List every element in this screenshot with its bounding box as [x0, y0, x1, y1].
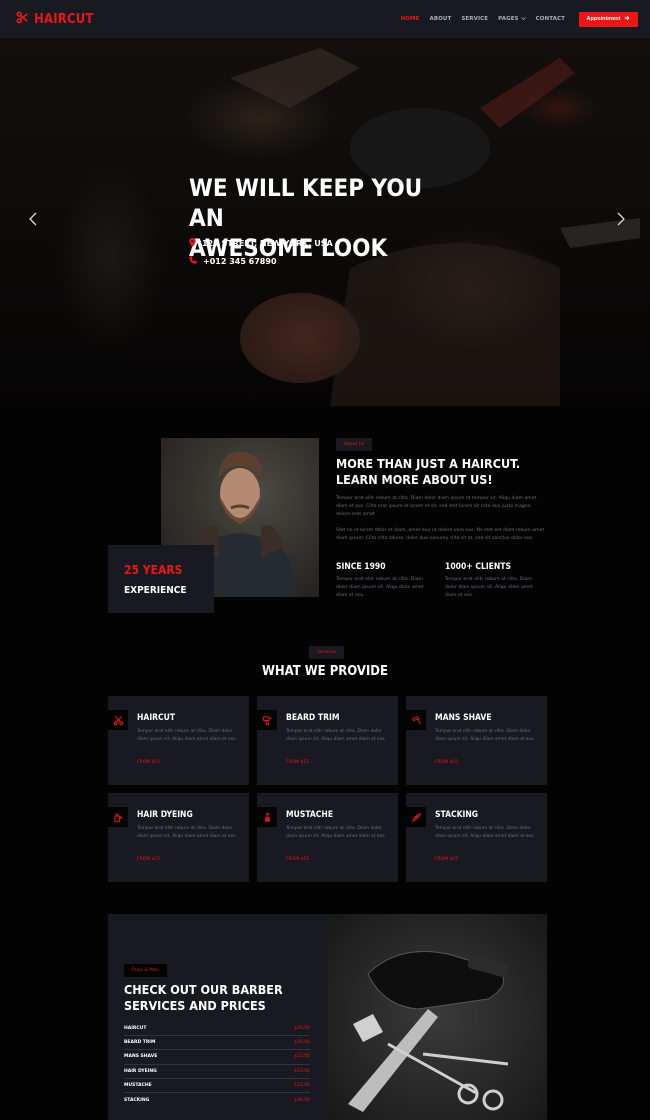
- service-desc: Tempor erat elitr rebum at clita. Diam d…: [137, 826, 237, 839]
- service-desc: Tempor erat elitr rebum at clita. Diam d…: [435, 826, 535, 839]
- service-name: STACKING: [435, 810, 479, 820]
- haircut-icon: [108, 710, 128, 730]
- hero-title-line1: WE WILL KEEP YOU AN: [189, 174, 423, 232]
- price-row: HAIRCUT $29.00: [124, 1022, 310, 1037]
- nav-pages-label: PAGES: [498, 16, 519, 22]
- price-item-value: $29.00: [294, 1026, 310, 1032]
- service-name: HAIR DYEING: [137, 810, 193, 820]
- service-card-hair-dyeing[interactable]: HAIR DYEING Tempor erat elitr rebum at c…: [108, 793, 249, 882]
- service-desc: Tempor erat elitr rebum at clita. Diam d…: [286, 826, 386, 839]
- stat-clients-text: Tempor erat elitr rebum at clita. Diam d…: [445, 577, 533, 598]
- navbar: HAIRCUT HOME ABOUT SERVICE PAGES CONTACT…: [0, 0, 650, 38]
- brand-logo[interactable]: HAIRCUT: [16, 11, 94, 28]
- nav-home[interactable]: HOME: [401, 16, 420, 22]
- hero-title: WE WILL KEEP YOU AN AWESOME LOOK: [189, 173, 449, 263]
- service-card-beard-trim[interactable]: BEARD TRIM Tempor erat elitr rebum at cl…: [257, 696, 398, 785]
- price-row: MUSTACHE $15.00: [124, 1079, 310, 1093]
- services-tag: Services: [309, 646, 344, 659]
- nav-about[interactable]: ABOUT: [430, 16, 452, 22]
- appointment-button[interactable]: Appointment: [579, 11, 638, 27]
- razor-icon: [406, 710, 426, 730]
- stat-since-text: Tempor erat elitr rebum at clita. Diam d…: [336, 577, 424, 598]
- about-tag: About Us: [336, 438, 373, 451]
- nav-contact[interactable]: CONTACT: [536, 16, 565, 22]
- price-item-name: HAIRCUT: [124, 1026, 147, 1032]
- price-item-value: $15.00: [294, 1082, 310, 1088]
- experience-box: 25 YEARS EXPERIENCE: [108, 545, 214, 613]
- services-title: WHAT WE PROVIDE: [261, 664, 389, 679]
- phone-icon: [189, 256, 197, 266]
- scissors-icon: [16, 11, 29, 28]
- price-list: HAIRCUT $29.00 BEARD TRIM $35.00 MANS SHAV…: [124, 1022, 310, 1107]
- price-item-value: $39.00: [294, 1097, 310, 1103]
- mustache-icon: [257, 807, 277, 827]
- hero-address: 123 STREET, NEW YORK, USA: [189, 238, 333, 249]
- arrow-right-icon: [624, 15, 630, 23]
- appointment-label: Appointment: [586, 16, 621, 22]
- stat-clients-title: 1000+ CLIENTS: [445, 562, 512, 572]
- page: HAIRCUT HOME ABOUT SERVICE PAGES CONTACT…: [0, 0, 650, 1120]
- service-card-mustache[interactable]: MUSTACHE Tempor erat elitr rebum at clit…: [257, 793, 398, 882]
- hero-phone: +012 345 67890: [189, 256, 277, 266]
- service-price: FROM $15: [137, 857, 161, 862]
- pricing-tag: Price & Plan: [124, 964, 167, 977]
- service-name: MANS SHAVE: [435, 713, 492, 723]
- experience-years: 25 YEARS: [124, 563, 183, 577]
- service-price: FROM $15: [435, 857, 459, 862]
- chevron-left-icon: [29, 211, 37, 230]
- pricing-title: CHECK OUT OUR BARBER SERVICES AND PRICES: [124, 982, 283, 1013]
- service-price: FROM $15: [137, 760, 161, 765]
- service-card-stacking[interactable]: STACKING Tempor erat elitr rebum at clit…: [406, 793, 547, 882]
- price-row: BEARD TRIM $35.00: [124, 1036, 310, 1051]
- hero-phone-text: +012 345 67890: [203, 256, 277, 266]
- barber-tools-photo: [328, 914, 547, 1120]
- map-marker-icon: [189, 238, 196, 249]
- price-item-name: HAIR DYEING: [124, 1068, 157, 1074]
- price-item-name: BEARD TRIM: [124, 1040, 156, 1046]
- service-price: FROM $15: [435, 760, 459, 765]
- brand-name: HAIRCUT: [34, 11, 94, 27]
- beard-trim-icon: [257, 710, 277, 730]
- chevron-right-icon: [617, 211, 625, 230]
- stat-since-title: SINCE 1990: [336, 562, 386, 572]
- about-paragraph-1: Tempor erat elitr rebum at clita. Diam d…: [336, 496, 537, 517]
- stacking-icon: [406, 807, 426, 827]
- price-item-value: $23.00: [294, 1054, 310, 1060]
- price-row: MANS SHAVE $23.00: [124, 1050, 310, 1065]
- service-desc: Tempor erat elitr rebum at clita. Diam d…: [137, 729, 237, 742]
- hero-address-text: 123 STREET, NEW YORK, USA: [202, 239, 333, 248]
- service-name: MUSTACHE: [286, 810, 334, 820]
- service-desc: Tempor erat elitr rebum at clita. Diam d…: [286, 729, 386, 742]
- price-item-value: $19.00: [294, 1068, 310, 1074]
- price-item-value: $35.00: [294, 1040, 310, 1046]
- nav-service[interactable]: SERVICE: [461, 16, 488, 22]
- service-card-mans-shave[interactable]: MANS SHAVE Tempor erat elitr rebum at cl…: [406, 696, 547, 785]
- service-name: HAIRCUT: [137, 713, 176, 723]
- service-name: BEARD TRIM: [286, 713, 340, 723]
- pricing-panel: Price & Plan CHECK OUT OUR BARBER SERVIC…: [108, 914, 328, 1120]
- service-desc: Tempor erat elitr rebum at clita. Diam d…: [435, 729, 535, 742]
- price-row: STACKING $39.00: [124, 1093, 310, 1107]
- main-menu: HOME ABOUT SERVICE PAGES CONTACT Appoint…: [401, 11, 638, 27]
- nav-pages[interactable]: PAGES: [498, 16, 526, 23]
- hair-dye-icon: [108, 807, 128, 827]
- price-item-name: MANS SHAVE: [124, 1054, 158, 1060]
- service-price: FROM $15: [286, 760, 310, 765]
- about-paragraph-2: Stet no et lorem dolor et diam, amet duo…: [336, 528, 545, 541]
- hero-carousel: WE WILL KEEP YOU AN AWESOME LOOK 123 STR…: [0, 38, 650, 406]
- carousel-prev-button[interactable]: [26, 210, 40, 230]
- service-card-haircut[interactable]: HAIRCUT Tempor erat elitr rebum at clita…: [108, 696, 249, 785]
- price-row: HAIR DYEING $19.00: [124, 1065, 310, 1079]
- price-item-name: STACKING: [124, 1097, 150, 1103]
- experience-label: EXPERIENCE: [124, 585, 187, 596]
- chevron-down-icon: [520, 16, 526, 23]
- carousel-next-button[interactable]: [614, 210, 628, 230]
- about-title: MORE THAN JUST A HAIRCUT. LEARN MORE ABO…: [336, 456, 521, 487]
- service-price: FROM $15: [286, 857, 310, 862]
- price-item-name: MUSTACHE: [124, 1082, 152, 1088]
